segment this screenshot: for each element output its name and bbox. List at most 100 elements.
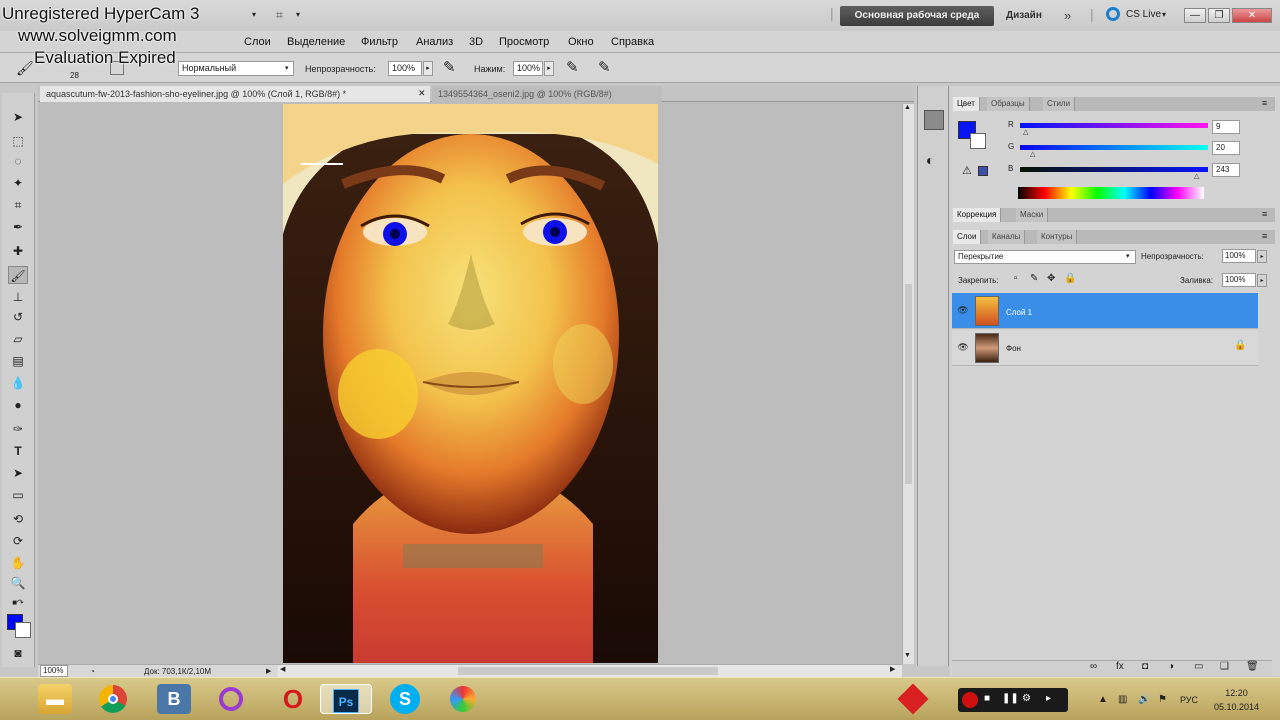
arrange-icon[interactable]: ⌗ — [276, 8, 283, 23]
tab-layers[interactable]: Слои — [953, 230, 982, 244]
menu-analysis[interactable]: Анализ — [416, 36, 453, 48]
menu-help[interactable]: Справка — [611, 36, 654, 48]
layer-style-icon[interactable]: fx — [1116, 661, 1124, 672]
color-spectrum[interactable] — [1018, 187, 1204, 199]
quick-mask-icon[interactable]: ◙ — [8, 644, 28, 662]
document-tab-inactive[interactable]: 1349554364_oseni2.jpg @ 100% (RGB/8#) — [432, 86, 662, 102]
eyedropper-tool-icon[interactable]: ✒ — [8, 218, 28, 236]
workspace-button[interactable]: Основная рабочая среда — [840, 6, 994, 26]
brush-size[interactable]: 28 — [70, 71, 79, 80]
background-color-swatch[interactable] — [15, 622, 31, 638]
default-colors-icon[interactable]: ■↷ — [8, 594, 28, 612]
visibility-eye-icon[interactable]: 👁 — [957, 342, 969, 354]
dodge-tool-icon[interactable]: ● — [8, 396, 28, 414]
close-button[interactable]: ✕ — [1232, 8, 1272, 23]
cslive-menu[interactable]: CS Live — [1126, 9, 1161, 20]
document-tab-active[interactable]: aquascutum-fw-2013-fashion-sho-eyeliner.… — [40, 86, 430, 102]
red-slider-thumb[interactable]: △ — [1023, 128, 1028, 136]
history-panel-icon[interactable] — [924, 110, 944, 130]
color-bg-swatch[interactable] — [970, 133, 986, 149]
tray-arrow-icon[interactable]: ▲ — [1098, 694, 1108, 705]
scroll-thumb[interactable] — [458, 667, 718, 675]
panel-menu-icon[interactable]: ≡ — [1262, 209, 1267, 219]
blur-tool-icon[interactable]: 💧 — [8, 374, 28, 392]
menu-view[interactable]: Просмотр — [499, 36, 549, 48]
layer-name[interactable]: Фон — [1006, 344, 1021, 353]
menu-filter[interactable]: Фильтр — [361, 36, 398, 48]
menu-layers[interactable]: Слои — [244, 36, 271, 48]
scroll-right-icon[interactable]: ▶ — [890, 665, 895, 673]
chrome-icon[interactable] — [96, 684, 130, 714]
path-select-tool-icon[interactable]: ➤ — [8, 464, 28, 482]
lock-position-icon[interactable]: ✥ — [1047, 273, 1055, 284]
delete-layer-icon[interactable]: 🗑 — [1246, 661, 1259, 672]
expand-icon[interactable]: ▸ — [1046, 693, 1051, 704]
pressure-dropdown[interactable]: ▸ — [544, 61, 554, 76]
opacity-input[interactable]: 100% — [388, 61, 422, 76]
red-slider[interactable] — [1020, 123, 1208, 128]
lock-transparency-icon[interactable]: ▫ — [1014, 273, 1018, 284]
layer-opacity-input[interactable]: 100% — [1222, 249, 1256, 263]
hand-tool-icon[interactable]: ✋ — [8, 554, 28, 572]
tablet-size-icon[interactable]: ✎ — [598, 58, 611, 76]
tab-color[interactable]: Цвет — [953, 97, 980, 111]
crop-tool-icon[interactable]: ⌗ — [8, 196, 28, 214]
folder-icon[interactable]: ▬ — [38, 684, 72, 714]
pause-icon[interactable]: ❚❚ — [1002, 693, 1019, 704]
shape-tool-icon[interactable]: ▭ — [8, 486, 28, 504]
opera-icon[interactable]: O — [276, 684, 310, 714]
stamp-tool-icon[interactable]: ⊥ — [8, 288, 28, 306]
web-safe-swatch[interactable] — [978, 166, 988, 176]
opacity-arrow-icon[interactable]: ▸ — [1257, 250, 1267, 263]
blue-value[interactable]: 243 — [1212, 163, 1240, 177]
adjustment-layer-icon[interactable]: ◑ — [1168, 661, 1174, 672]
link-layers-icon[interactable]: ∞ — [1090, 661, 1097, 672]
vertical-scrollbar[interactable]: ▲ ▼ — [902, 104, 914, 664]
type-tool-icon[interactable]: T — [8, 442, 28, 460]
panel-menu-icon[interactable]: ≡ — [1262, 98, 1267, 108]
lasso-tool-icon[interactable]: ◌ — [8, 152, 28, 170]
volume-icon[interactable]: 🔊 — [1138, 694, 1150, 705]
photoshop-taskbar-button[interactable]: Ps — [320, 684, 372, 714]
green-slider[interactable] — [1020, 145, 1208, 150]
ball-app-icon[interactable] — [446, 684, 480, 714]
canvas-image[interactable] — [283, 104, 658, 663]
fill-arrow-icon[interactable]: ▸ — [1257, 274, 1267, 287]
scroll-down-icon[interactable]: ▼ — [904, 652, 911, 659]
tab-adjustments[interactable]: Коррекция — [953, 208, 1002, 222]
circle-app-icon[interactable] — [214, 684, 248, 714]
actions-panel-icon[interactable]: ◐ — [926, 152, 934, 168]
blue-slider[interactable] — [1020, 167, 1208, 172]
3d-orbit-tool-icon[interactable]: ⟳ — [8, 532, 28, 550]
marquee-tool-icon[interactable]: ⬚ — [8, 132, 28, 150]
opacity-dropdown[interactable]: ▸ — [423, 61, 433, 76]
close-tab-icon[interactable]: ✕ — [418, 88, 426, 99]
more-workspaces-icon[interactable]: » — [1064, 8, 1071, 23]
gradient-tool-icon[interactable]: ▤ — [8, 352, 28, 370]
settings-icon[interactable]: ⚙ — [1022, 693, 1031, 704]
minimize-button[interactable]: — — [1184, 8, 1206, 23]
stop-icon[interactable]: ■ — [984, 693, 990, 704]
pressure-input[interactable]: 100% — [513, 61, 543, 76]
design-workspace-link[interactable]: Дизайн — [1006, 10, 1042, 21]
vk-icon[interactable]: B — [157, 684, 191, 714]
new-layer-icon[interactable]: ❑ — [1220, 661, 1229, 672]
new-group-icon[interactable]: ▭ — [1194, 661, 1203, 672]
blue-slider-thumb[interactable]: △ — [1194, 172, 1199, 180]
tab-swatches[interactable]: Образцы — [987, 97, 1030, 111]
tab-styles[interactable]: Стили — [1043, 97, 1076, 111]
add-mask-icon[interactable]: ◘ — [1142, 661, 1148, 672]
green-value[interactable]: 20 — [1212, 141, 1240, 155]
flag-icon[interactable]: ⚑ — [1158, 694, 1167, 705]
menu-select[interactable]: Выделение — [287, 36, 345, 48]
horizontal-scrollbar[interactable]: ◀ ▶ — [278, 664, 902, 677]
restore-button[interactable]: ❐ — [1208, 8, 1230, 23]
fill-input[interactable]: 100% — [1222, 273, 1256, 287]
menu-3d[interactable]: 3D — [469, 36, 483, 48]
tablet-opacity-icon[interactable]: ✎ — [443, 58, 456, 76]
blend-mode-select[interactable]: Перекрытие — [954, 250, 1136, 264]
language-indicator[interactable]: РУС — [1180, 695, 1198, 705]
pen-tool-icon[interactable]: ✑ — [8, 420, 28, 438]
network-icon[interactable]: ▥ — [1118, 694, 1127, 705]
scroll-thumb[interactable] — [905, 284, 912, 484]
